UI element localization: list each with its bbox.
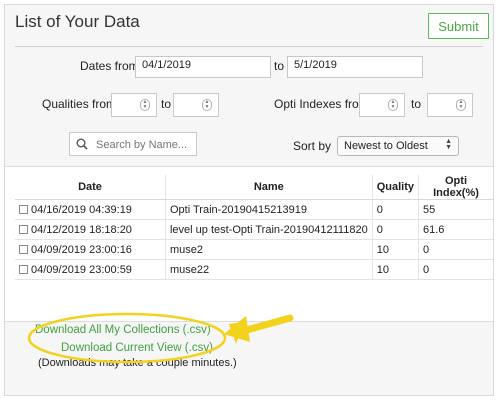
yellow-arrow-icon bbox=[224, 314, 294, 344]
annotation-overlay bbox=[27, 312, 294, 364]
highlight-ellipse bbox=[27, 312, 227, 364]
